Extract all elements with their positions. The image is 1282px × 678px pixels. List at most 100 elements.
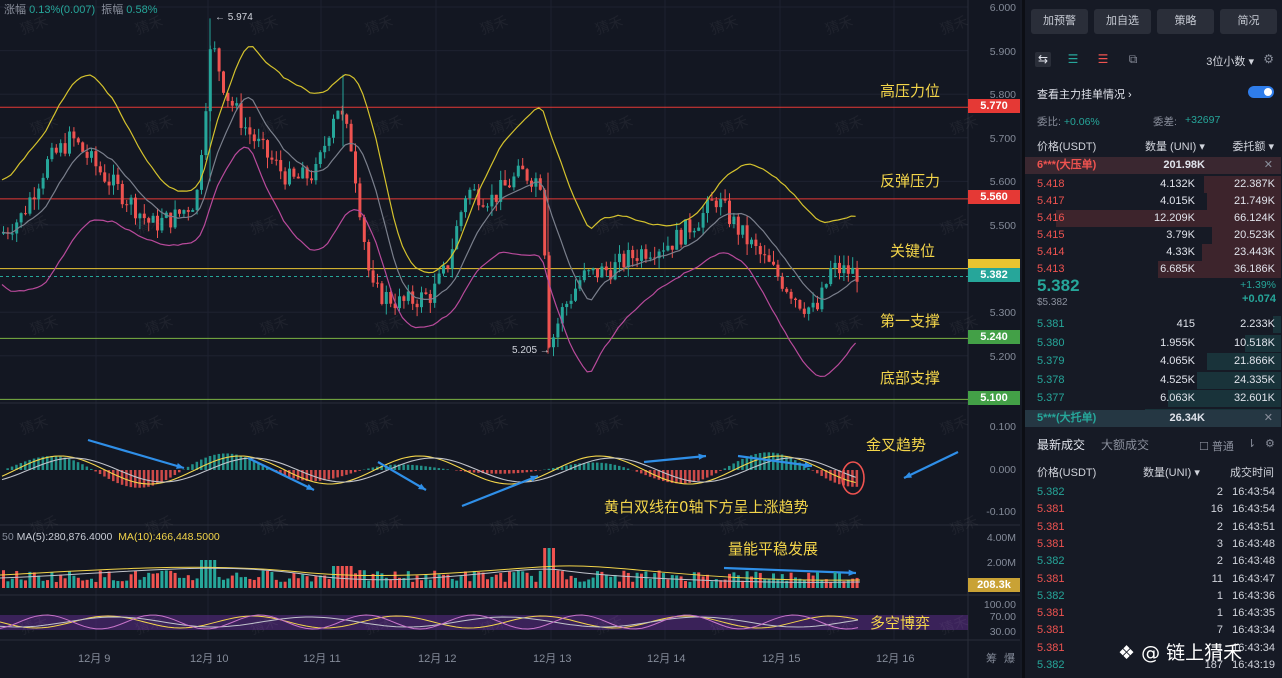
volume-bar xyxy=(156,573,159,588)
candle-body xyxy=(301,167,305,179)
trade-row: 5.381 11 16:43:47 xyxy=(1025,571,1281,588)
trend-arrow xyxy=(737,454,813,468)
tab-large-trades[interactable]: 大额成交 xyxy=(1101,436,1149,453)
ask-row[interactable]: 5.415 3.79K 20.523K xyxy=(1025,227,1281,244)
volume-bar xyxy=(54,581,58,588)
volume-bar xyxy=(525,572,529,588)
trade-price: 5.381 xyxy=(1037,520,1065,533)
annotation-macd-trend: 黄白双线在0轴下方呈上涨趋势 xyxy=(604,498,809,516)
high-marker-value: 5.974 xyxy=(227,12,253,23)
sort-icon[interactable]: ⇂ xyxy=(1247,437,1256,450)
macd-histogram-bar xyxy=(679,470,683,484)
layout-both-icon[interactable]: ⇆ xyxy=(1035,52,1051,67)
overview-button[interactable]: 简况 xyxy=(1220,9,1277,34)
ask-qty: 4.33K xyxy=(1166,246,1195,258)
trades-header-qty[interactable]: 数量(UNI) ▾ xyxy=(1143,464,1200,480)
candle-body xyxy=(362,217,366,242)
candle-body xyxy=(248,127,252,135)
candle-body xyxy=(565,303,569,308)
macd-histogram-bar xyxy=(723,468,727,470)
low-marker-value: 5.205 xyxy=(512,345,538,356)
volume-bar xyxy=(173,572,177,588)
macd-histogram-bar xyxy=(499,470,502,474)
candle-body xyxy=(802,308,806,314)
candle-body xyxy=(151,215,155,223)
bid-row[interactable]: 5.379 4.065K 21.866K xyxy=(1025,353,1281,370)
volume-bar xyxy=(332,566,335,588)
layout-asks-icon[interactable]: ☰ xyxy=(1095,52,1111,67)
volume-bar xyxy=(688,581,692,588)
volume-prefix: 50 xyxy=(2,531,14,543)
volume-bar xyxy=(213,560,217,588)
bid-row[interactable]: 5.380 1.955K 10.518K xyxy=(1025,334,1281,352)
volume-bar xyxy=(85,579,89,588)
macd-histogram-bar xyxy=(728,465,731,470)
candle-body xyxy=(604,266,608,271)
rsi-axis-30: 30.00 xyxy=(989,626,1016,638)
candle-body xyxy=(719,199,723,208)
candle-body xyxy=(569,300,573,304)
price-axis-label: 5.700 xyxy=(989,132,1016,145)
close-icon[interactable]: ✕ xyxy=(1264,410,1273,427)
header-qty[interactable]: 数量 (UNI) ▾ xyxy=(1145,138,1205,154)
ask-row[interactable]: 5.418 4.132K 22.387K xyxy=(1025,176,1281,193)
trade-price: 5.381 xyxy=(1037,607,1065,620)
volume-bar xyxy=(151,573,155,588)
bid-row[interactable]: 5.381 415 2.233K xyxy=(1025,316,1281,333)
liquidation-icon[interactable]: 爆 xyxy=(1004,650,1015,666)
main-orders-toggle[interactable] xyxy=(1248,86,1274,98)
close-icon[interactable]: ✕ xyxy=(1264,157,1273,174)
big-ask-label: 6***(大压单) xyxy=(1037,159,1097,171)
volume-bar xyxy=(464,571,467,588)
chart-canvas[interactable] xyxy=(0,0,1020,678)
macd-histogram-bar xyxy=(63,457,67,470)
big-ask-row[interactable]: 6***(大压单) 201.98K ✕ xyxy=(1025,157,1281,174)
volume-title: 50 MA(5):280,876.4000 MA(10):466,448.500… xyxy=(2,531,220,543)
layout-bids-icon[interactable]: ☰ xyxy=(1065,52,1081,67)
candle-body xyxy=(169,212,173,228)
candle-body xyxy=(525,169,529,181)
decimals-select[interactable]: 3位小数 ▾ xyxy=(1206,53,1254,69)
last-price: 5.382 xyxy=(1037,276,1080,295)
tab-latest-trades[interactable]: 最新成交 xyxy=(1037,436,1085,453)
candle-body xyxy=(635,258,639,261)
bid-row[interactable]: 5.378 4.525K 24.335K xyxy=(1025,371,1281,389)
ask-row[interactable]: 5.414 4.33K 23.443K xyxy=(1025,244,1281,261)
header-amount[interactable]: 委托额 ▾ xyxy=(1232,138,1274,154)
kline-chart[interactable]: 涨幅 0.13%(0.007) 振幅 0.58% ← 5.974 5.205 →… xyxy=(0,0,1020,678)
volume-bar xyxy=(279,581,283,588)
strategy-button[interactable]: 策略 xyxy=(1157,9,1214,34)
volume-bar xyxy=(6,581,10,588)
candle-body xyxy=(750,239,753,245)
add-watchlist-button[interactable]: 加自选 xyxy=(1094,9,1151,34)
trade-time: 16:43:36 xyxy=(1232,589,1275,602)
normal-filter[interactable]: ☐ 普通 xyxy=(1199,438,1234,454)
trade-time: 16:43:54 xyxy=(1232,503,1275,516)
main-orders-link[interactable]: 查看主力挂单情况 › xyxy=(1037,86,1274,102)
volume-bar xyxy=(710,581,714,588)
volume-bar xyxy=(846,579,850,588)
chip-icon[interactable]: 筹 xyxy=(986,650,997,666)
volume-bar xyxy=(420,580,423,588)
trade-qty: 2 xyxy=(1216,520,1223,533)
volume-bar xyxy=(780,574,784,588)
candle-body xyxy=(323,145,327,153)
candle-body xyxy=(85,151,89,158)
bid-row[interactable]: 5.377 6.063K 32.601K xyxy=(1025,390,1281,407)
trade-time: 16:43:51 xyxy=(1232,520,1275,533)
volume-bar xyxy=(138,579,142,588)
date-label: 12月 16 xyxy=(876,653,915,665)
trade-time: 16:43:48 xyxy=(1232,555,1275,568)
settings-icon[interactable]: ⚙ xyxy=(1263,52,1274,66)
big-bid-row[interactable]: 5***(大托单) 26.34K ✕ xyxy=(1025,410,1281,427)
layout-depth-icon[interactable]: ⧉ xyxy=(1125,52,1141,67)
settings-icon[interactable]: ⚙ xyxy=(1265,437,1275,450)
ask-row[interactable]: 5.416 12.209K 66.124K xyxy=(1025,210,1281,227)
candle-body xyxy=(59,143,63,153)
add-alert-button[interactable]: 加预警 xyxy=(1031,9,1088,34)
volume-bar xyxy=(90,578,93,588)
ask-row[interactable]: 5.417 4.015K 21.749K xyxy=(1025,193,1281,210)
macd-histogram-bar xyxy=(459,470,463,472)
macd-histogram-bar xyxy=(596,462,599,470)
big-ask-value: 201.98K xyxy=(1163,159,1205,171)
